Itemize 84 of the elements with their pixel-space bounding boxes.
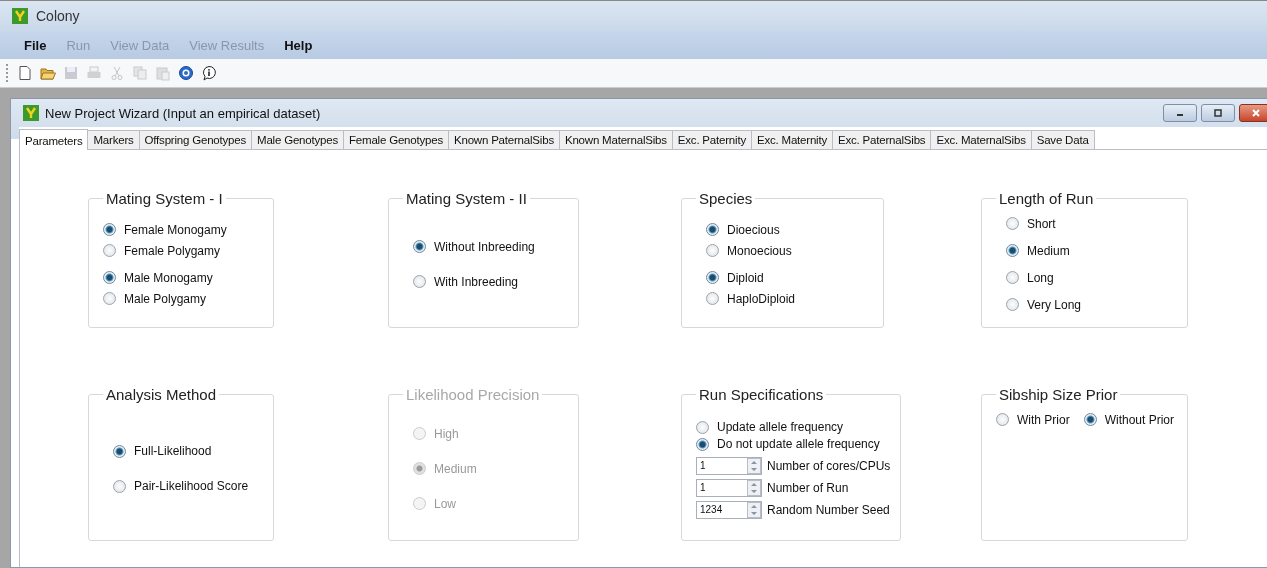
radio-option[interactable]: Full-Likelihood	[113, 440, 263, 462]
spinner-label: Number of cores/CPUs	[767, 458, 891, 473]
group-title: Run Specifications	[698, 386, 825, 403]
group-title: Sibship Size Prior	[998, 386, 1119, 403]
radio-option[interactable]: Update allele frequency	[696, 418, 891, 436]
window-title: New Project Wizard (Input an empirical dataset)	[45, 105, 321, 121]
radio-option[interactable]: Without Prior	[1083, 409, 1175, 430]
spinner-label: Number of Run	[767, 480, 849, 495]
tab[interactable]: Female Genotypes	[343, 130, 449, 149]
number-spinner[interactable]: 1	[696, 456, 762, 475]
radio-button[interactable]	[1006, 244, 1019, 257]
folder-icon[interactable]	[40, 65, 56, 81]
spinner-arrows-icon[interactable]	[747, 501, 761, 518]
group-title: Mating System - II	[405, 190, 528, 207]
tab[interactable]: Male Genotypes	[251, 130, 344, 149]
radio-option[interactable]: HaploDiploid	[706, 288, 873, 309]
tab[interactable]: Markers	[87, 130, 140, 149]
menu-item[interactable]: Help	[276, 35, 321, 55]
radio-button[interactable]	[103, 223, 116, 236]
new-file-icon[interactable]	[17, 65, 33, 81]
spinner-label: Random Number Seed	[767, 502, 890, 517]
radio-button[interactable]	[706, 244, 719, 257]
radio-option[interactable]: Diploid	[706, 267, 873, 288]
radio-option[interactable]: Dioecious	[706, 219, 873, 240]
radio-button[interactable]	[413, 275, 426, 288]
group-title: Analysis Method	[105, 386, 218, 403]
radio-option[interactable]: With Prior	[996, 409, 1070, 430]
radio-option[interactable]: Very Long	[1006, 294, 1177, 315]
tab[interactable]: Exc. MaternalSibs	[930, 130, 1032, 149]
tab[interactable]: Exc. Maternity	[750, 130, 834, 149]
app-logo-icon	[12, 8, 28, 24]
number-spinner[interactable]: 1234	[696, 500, 762, 519]
radio-option[interactable]: Short	[1006, 213, 1177, 234]
radio-option[interactable]: Medium	[1006, 240, 1177, 261]
radio-option[interactable]: Male Monogamy	[103, 267, 263, 288]
wizard-logo-icon	[23, 105, 39, 121]
radio-button[interactable]	[696, 437, 709, 451]
close-button[interactable]	[1239, 104, 1267, 122]
radio-button[interactable]	[103, 292, 116, 305]
restore-button[interactable]	[1201, 104, 1235, 122]
radio-button[interactable]	[103, 271, 116, 284]
radio-button[interactable]	[706, 292, 719, 305]
app-title: Colony	[36, 8, 80, 24]
radio-option[interactable]: Do not update allele frequency	[696, 435, 891, 453]
tab[interactable]: Save Data	[1030, 130, 1095, 149]
group-title: Likelihood Precision	[405, 386, 541, 403]
group-title: Mating System - I	[105, 190, 224, 207]
radio-option[interactable]: Monoecious	[706, 240, 873, 261]
radio-option[interactable]: Long	[1006, 267, 1177, 288]
radio-button[interactable]	[696, 420, 709, 434]
radio-option[interactable]: Female Polygamy	[103, 240, 263, 261]
radio-button[interactable]	[1006, 217, 1019, 230]
number-spinner[interactable]: 1	[696, 478, 762, 497]
group-title: Species	[698, 190, 754, 207]
tab[interactable]: Known MaternalSibs	[558, 130, 673, 149]
tab[interactable]: Exc. PaternalSibs	[832, 130, 932, 149]
minimize-button[interactable]	[1163, 104, 1197, 122]
radio-button[interactable]	[706, 271, 719, 284]
restore-icon	[1212, 109, 1224, 117]
radio-button[interactable]	[706, 223, 719, 236]
radio-option[interactable]: Female Monogamy	[103, 219, 263, 240]
tab[interactable]: Parameters	[19, 129, 89, 150]
tab[interactable]: Known PaternalSibs	[447, 130, 560, 149]
spinner-arrows-icon[interactable]	[747, 457, 761, 474]
spinner-arrows-icon[interactable]	[747, 479, 761, 496]
radio-option[interactable]: Pair-Likelihood Score	[113, 475, 263, 497]
help-icon[interactable]	[178, 65, 194, 81]
radio-button[interactable]	[1006, 271, 1019, 284]
radio-option[interactable]: Without Inbreeding	[413, 236, 568, 257]
radio-button[interactable]	[113, 444, 126, 458]
close-icon	[1250, 109, 1262, 117]
radio-button[interactable]	[103, 244, 116, 257]
radio-button[interactable]	[413, 240, 426, 253]
radio-button[interactable]	[113, 479, 126, 493]
tab[interactable]: Exc. Paternity	[671, 130, 752, 149]
tab[interactable]: Offspring Genotypes	[138, 130, 253, 149]
radio-option[interactable]: With Inbreeding	[413, 271, 568, 292]
menu-item[interactable]: File	[16, 35, 55, 55]
radio-button[interactable]	[1006, 298, 1019, 311]
group-title: Length of Run	[998, 190, 1095, 207]
radio-button[interactable]	[1083, 413, 1097, 426]
info-bubble-icon[interactable]	[201, 65, 217, 81]
radio-option[interactable]: Male Polygamy	[103, 288, 263, 309]
radio-button[interactable]	[996, 413, 1009, 426]
